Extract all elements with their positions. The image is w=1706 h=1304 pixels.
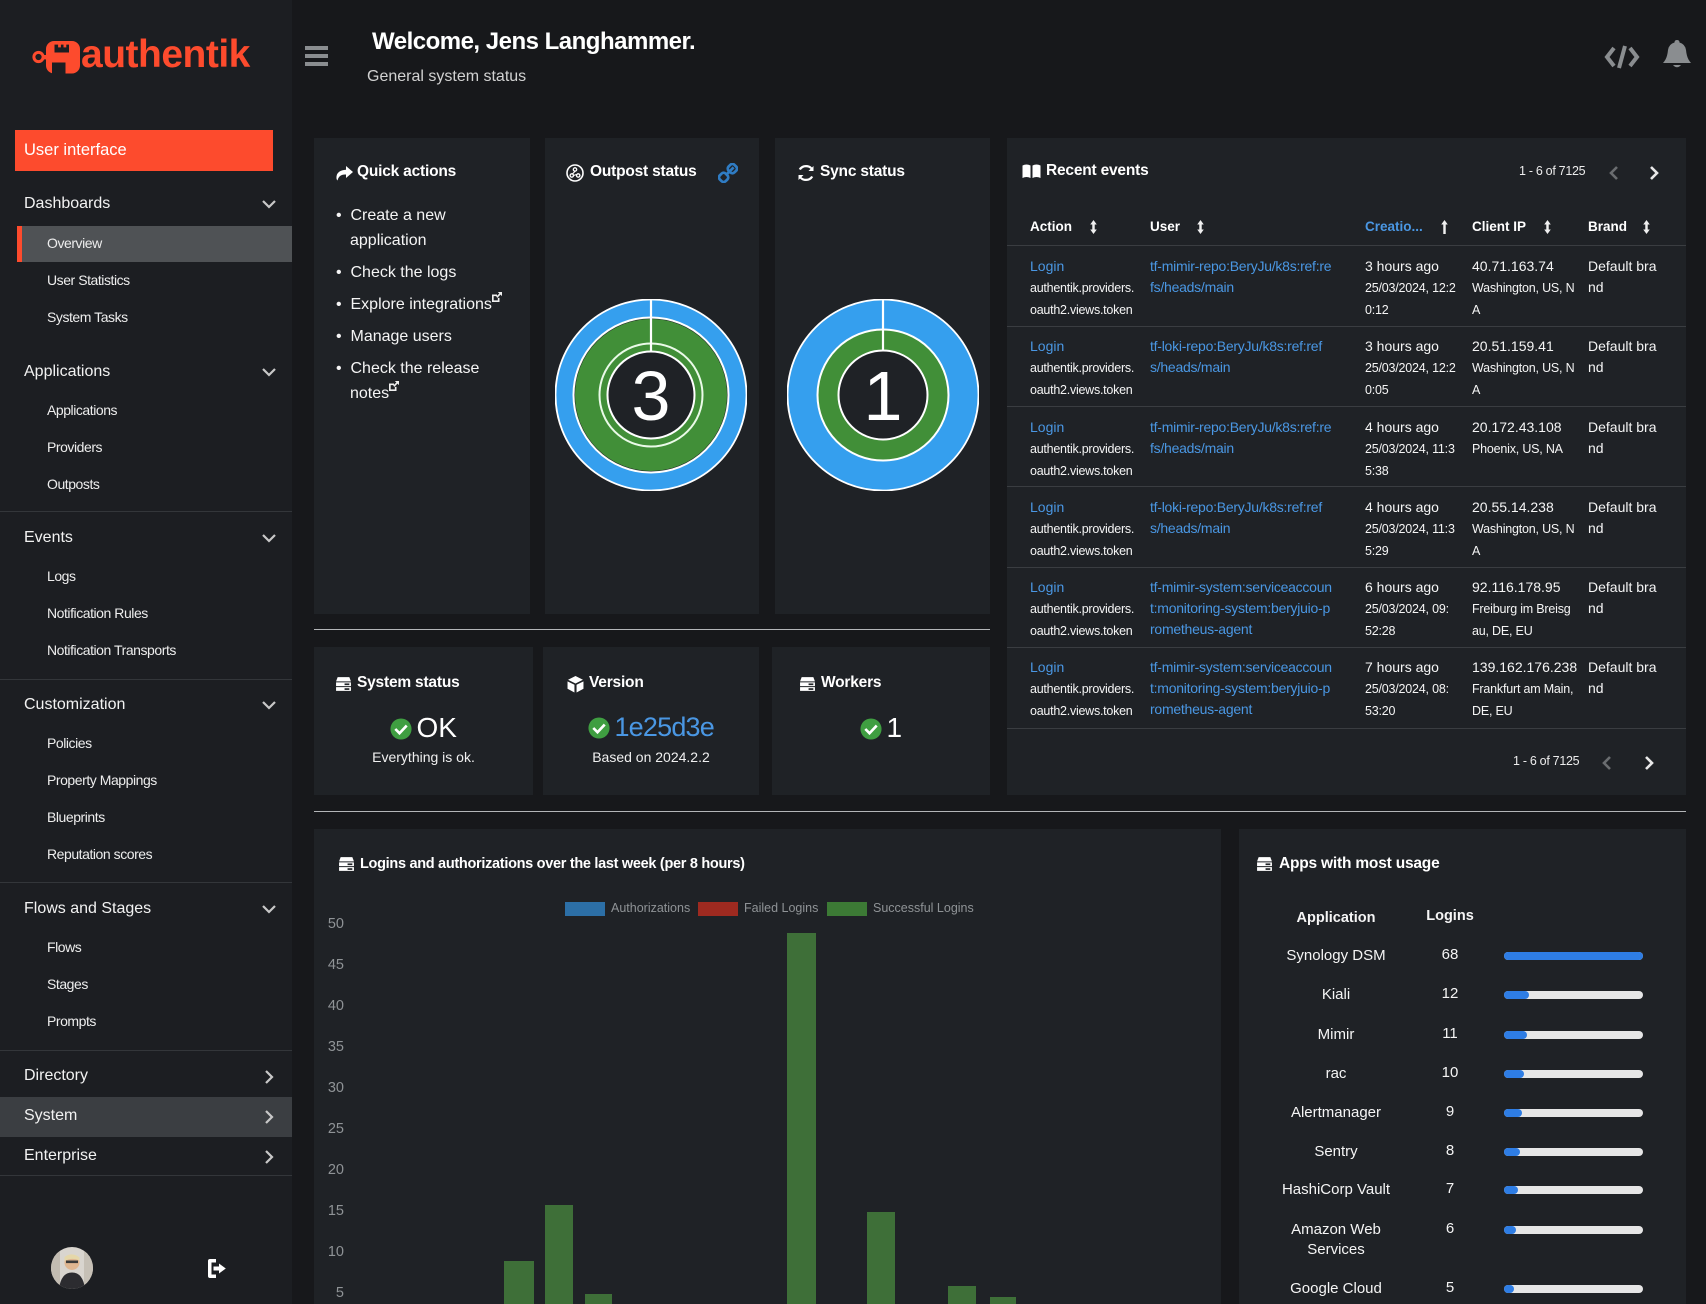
svg-text:1: 1 [864, 357, 903, 435]
svg-text:3: 3 [632, 357, 671, 435]
